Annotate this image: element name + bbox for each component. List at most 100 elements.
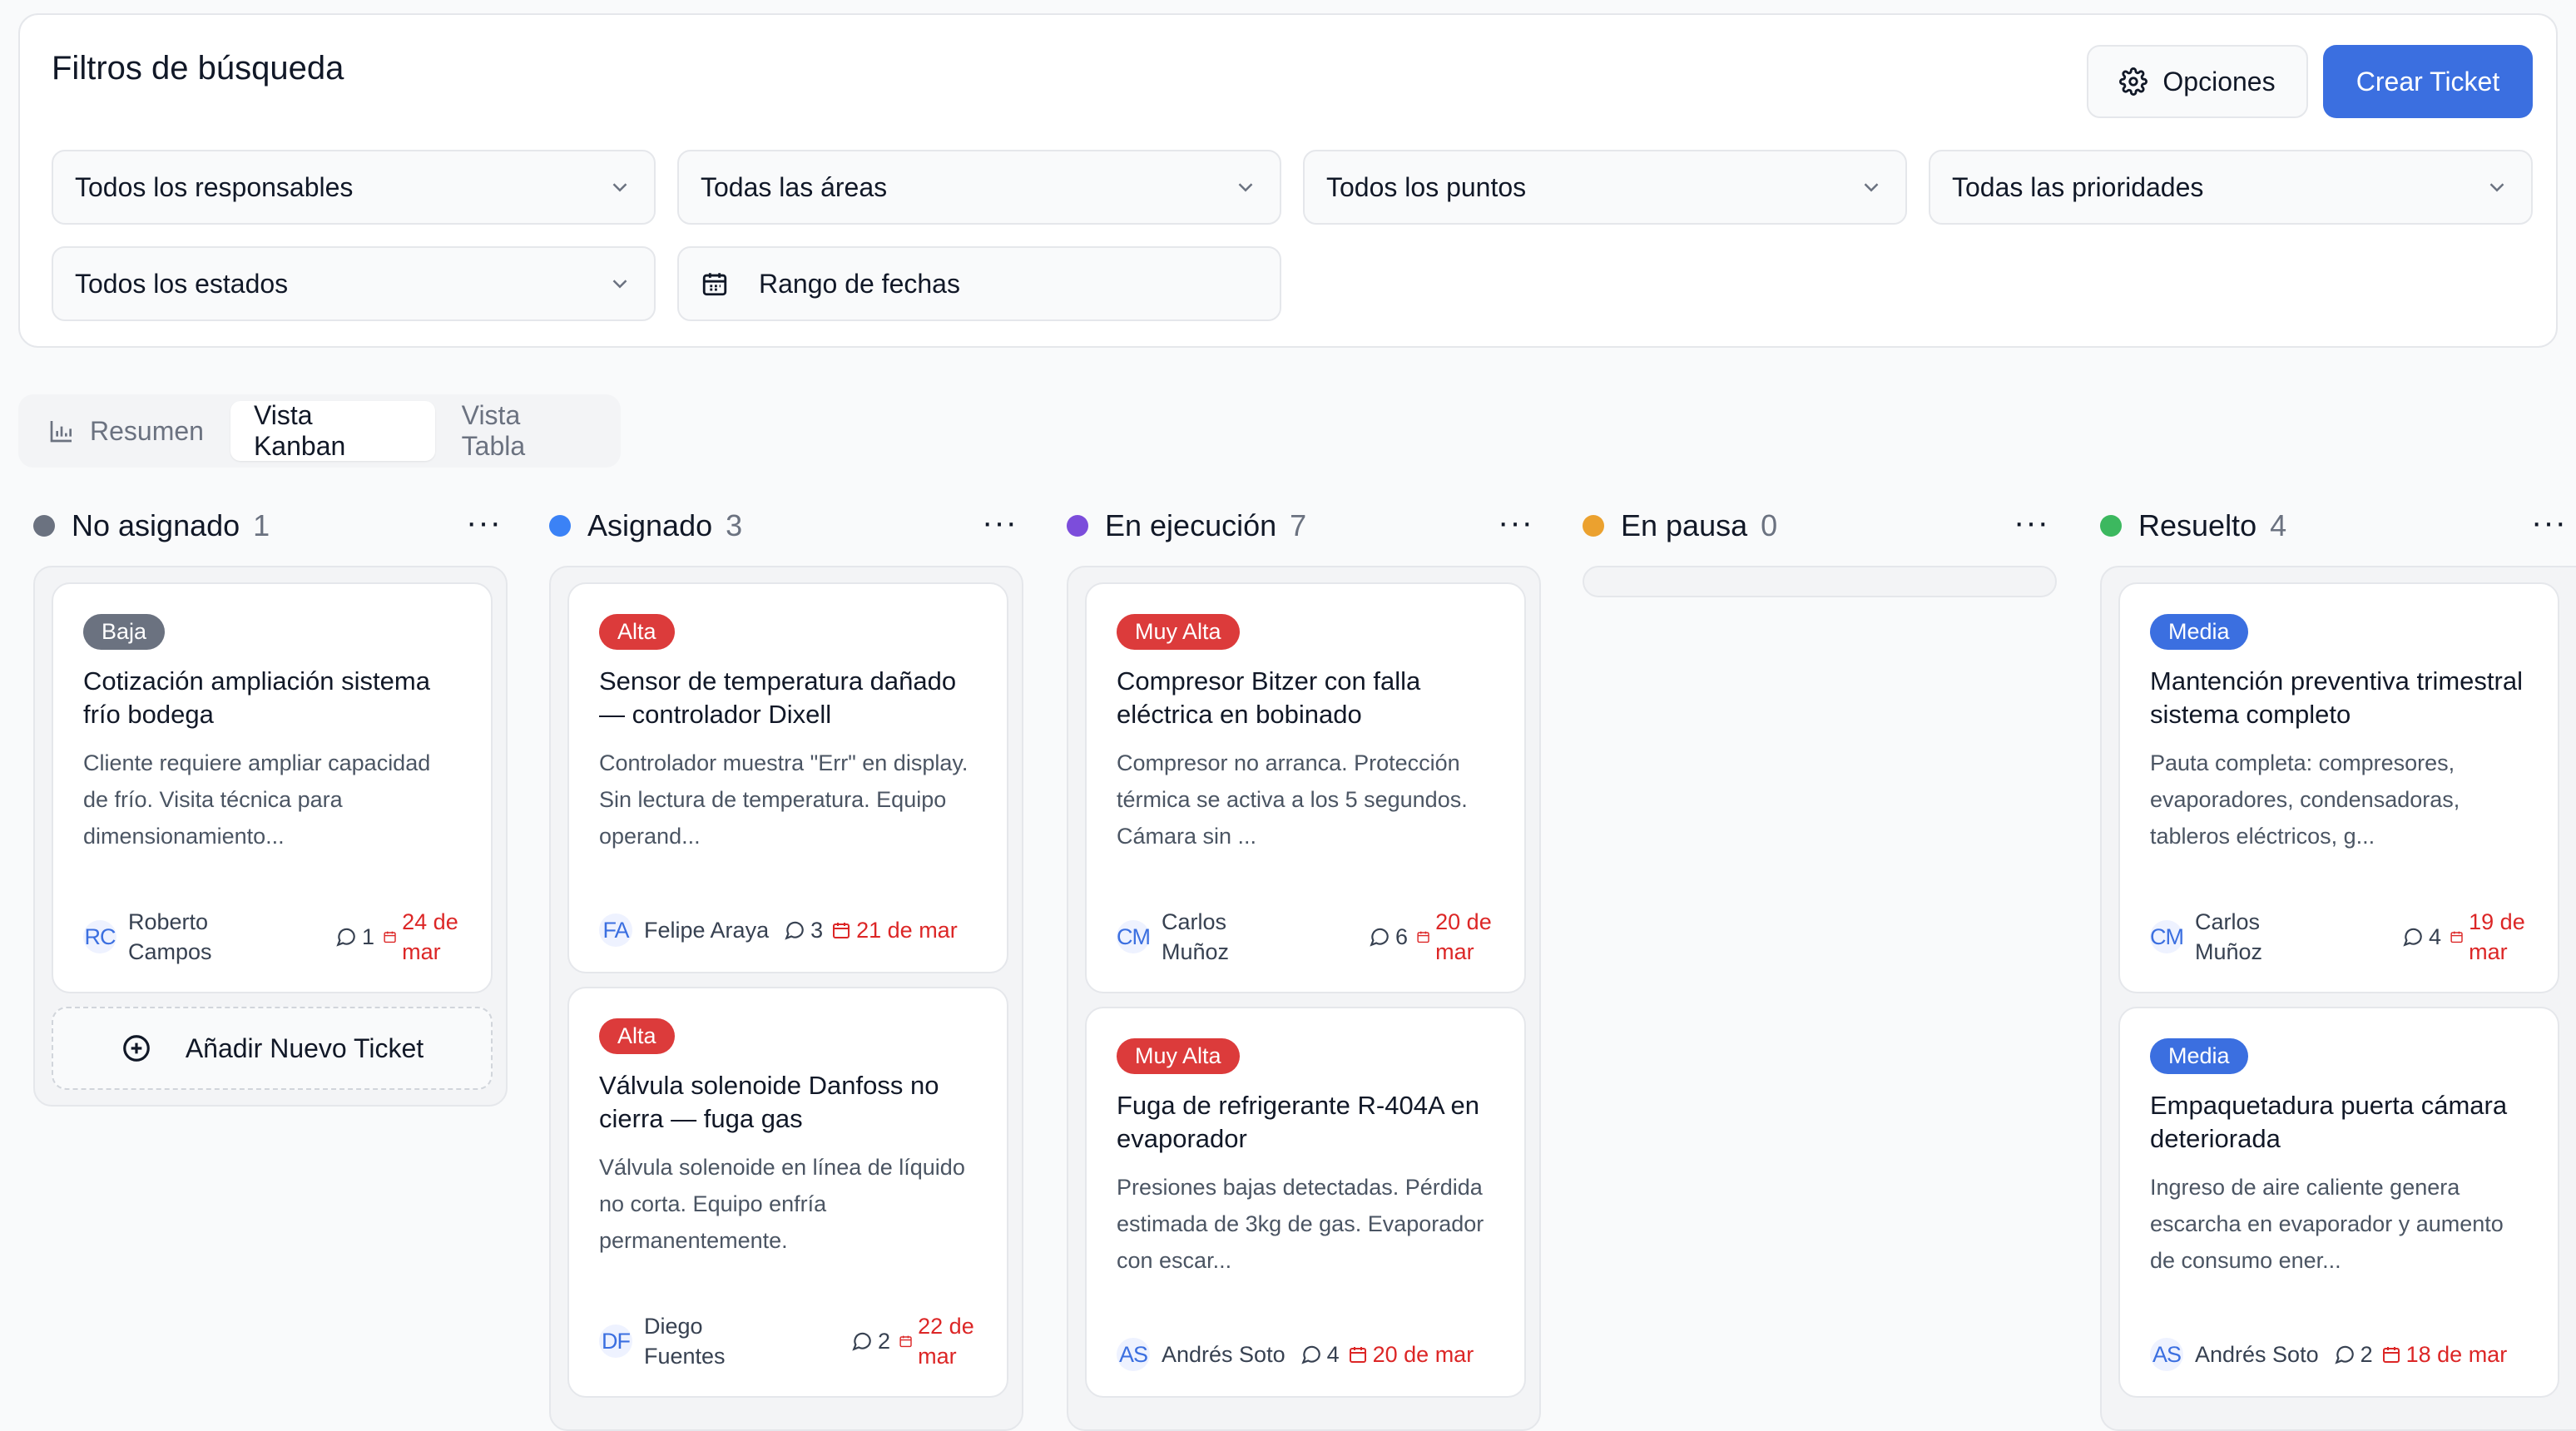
due-date-text: 24 de mar [402, 909, 458, 964]
assignee-name: Roberto Campos [128, 909, 212, 964]
comments-number: 1 [361, 923, 374, 949]
column-count: 1 [253, 508, 270, 542]
ticket-card[interactable]: Alta Válvula solenoide Danfoss no cierra… [567, 987, 1008, 1398]
ticket-title: Fuga de refrigerante R-404A en evaporado… [1117, 1091, 1479, 1153]
ticket-card[interactable]: Media Empaquetadura puerta cámara deteri… [2118, 1007, 2559, 1398]
due-date: 18 de mar [2381, 1339, 2507, 1369]
column-asignado: Alta Sensor de temperatura dañado — cont… [549, 566, 1023, 1431]
select-areas[interactable]: Todas las áreas [677, 150, 1281, 225]
select-estados[interactable]: Todos los estados [52, 246, 656, 321]
chevron-down-icon [2489, 183, 2504, 192]
more-options-icon[interactable]: ··· [466, 504, 502, 542]
column-en-pausa [1583, 566, 2057, 597]
comments-count: 6 [1369, 924, 1408, 950]
calendar-icon [702, 273, 727, 296]
comments-number: 2 [877, 1328, 890, 1354]
ticket-title: Cotización ampliación sistema frío bodeg… [83, 666, 430, 729]
comment-icon [1300, 1345, 1320, 1364]
ticket-title: Empaquetadura puerta cámara deteriorada [2150, 1091, 2508, 1153]
due-date: 19 de mar [2450, 907, 2541, 967]
status-dot [1067, 515, 1088, 537]
due-date-text: 19 de mar [2469, 909, 2525, 964]
assignee-name: Diego Fuentes [644, 1314, 726, 1369]
column-count: 3 [726, 508, 743, 542]
ticket-footer: CM Carlos Muñoz 6 20 de mar [1117, 907, 1508, 967]
ticket-title: Mantención preventiva trimestral sistema… [2150, 666, 2523, 729]
gear-icon [2119, 67, 2148, 96]
select-label: Todas las áreas [701, 171, 888, 202]
column-count: 4 [2270, 508, 2287, 542]
ticket-card[interactable]: Muy Alta Compresor Bitzer con falla eléc… [1085, 582, 1526, 993]
comments-number: 3 [810, 917, 824, 943]
column-title: En pausa [1621, 508, 1748, 542]
more-options-icon[interactable]: ··· [2014, 504, 2049, 542]
select-prioridades[interactable]: Todas las prioridades [1929, 150, 2533, 225]
column-title: En ejecución [1105, 508, 1277, 542]
column-header-en-ejecucion: En ejecución 7 [1067, 503, 1306, 549]
date-range-label: Rango de fechas [759, 268, 960, 299]
ticket-description: Cliente requiere ampliar capacidad de fr… [83, 750, 431, 849]
column-no-asignado: Baja Cotización ampliación sistema frío … [33, 566, 508, 1107]
ticket-footer: AS Andrés Soto 2 18 de mar [2150, 1338, 2541, 1371]
more-options-icon[interactable]: ··· [982, 504, 1018, 542]
comment-icon [1370, 928, 1389, 947]
add-ticket-button[interactable]: Añadir Nuevo Ticket [52, 1007, 493, 1090]
avatar: RC [83, 920, 116, 953]
avatar: CM [2150, 920, 2184, 953]
column-title: Asignado [587, 508, 713, 542]
filters-title: Filtros de búsqueda [52, 50, 344, 87]
ticket-footer: DF Diego Fuentes 2 22 de mar [599, 1311, 990, 1371]
more-options-icon[interactable]: ··· [2531, 504, 2567, 542]
ticket-title: Compresor Bitzer con falla eléctrica en … [1117, 666, 1421, 729]
chevron-down-icon [1864, 183, 1879, 192]
ticket-footer: CM Carlos Muñoz 4 19 de mar [2150, 907, 2541, 967]
due-date-text: 20 de mar [1435, 909, 1492, 964]
due-date-text: 21 de mar [856, 918, 958, 943]
comments-count: 3 [784, 918, 823, 943]
due-date: 22 de mar [899, 1311, 990, 1371]
create-ticket-button[interactable]: Crear Ticket [2323, 45, 2533, 118]
chevron-down-icon [612, 280, 627, 289]
bar-chart-icon [50, 421, 72, 443]
chevron-down-icon [1238, 183, 1253, 192]
select-label: Todos los responsables [75, 171, 354, 202]
ticket-title: Válvula solenoide Danfoss no cierra — fu… [599, 1071, 939, 1133]
date-range-picker[interactable]: Rango de fechas [677, 246, 1281, 321]
column-count: 0 [1761, 508, 1778, 542]
select-responsables[interactable]: Todos los responsables [52, 150, 656, 225]
options-button[interactable]: Opciones [2087, 45, 2308, 118]
comment-icon [2334, 1345, 2354, 1364]
comment-icon [2403, 928, 2422, 947]
column-header-no-asignado: No asignado 1 [33, 503, 270, 549]
column-header-resuelto: Resuelto 4 [2100, 503, 2286, 549]
tab-vista-tabla[interactable]: Vista Tabla [438, 400, 614, 461]
due-date: 20 de mar [1348, 1339, 1474, 1369]
status-dot [1583, 515, 1604, 537]
tab-resumen[interactable]: Resumen [25, 401, 227, 461]
ticket-card[interactable]: Media Mantención preventiva trimestral s… [2118, 582, 2559, 993]
priority-badge: Alta [599, 614, 675, 650]
calendar-icon [2382, 1347, 2400, 1363]
select-label: Todos los estados [75, 268, 289, 299]
ticket-description: Presiones bajas detectadas. Pérdida esti… [1117, 1175, 1484, 1273]
comments-count: 2 [851, 1329, 890, 1354]
assignee-name: Felipe Araya [644, 918, 770, 943]
ticket-card[interactable]: Alta Sensor de temperatura dañado — cont… [567, 582, 1008, 973]
tab-vista-kanban[interactable]: Vista Kanban [230, 400, 435, 461]
calendar-icon [1417, 931, 1429, 943]
ticket-description: Controlador muestra "Err" en display. Si… [599, 750, 968, 849]
avatar: FA [599, 914, 632, 947]
ticket-card[interactable]: Muy Alta Fuga de refrigerante R-404A en … [1085, 1007, 1526, 1398]
avatar: DF [599, 1325, 632, 1358]
ticket-description: Ingreso de aire caliente genera escarcha… [2150, 1175, 2504, 1273]
due-date: 21 de mar [831, 915, 958, 945]
add-ticket-label: Añadir Nuevo Ticket [185, 1032, 424, 1063]
select-puntos[interactable]: Todos los puntos [1303, 150, 1907, 225]
assignee-name: Andrés Soto [1162, 1342, 1286, 1367]
more-options-icon[interactable]: ··· [1498, 504, 1533, 542]
priority-badge: Muy Alta [1117, 614, 1240, 650]
tab-label: Resumen [90, 415, 204, 446]
filters-panel: Filtros de búsqueda Opciones Crear Ticke… [18, 13, 2558, 348]
ticket-card[interactable]: Baja Cotización ampliación sistema frío … [52, 582, 493, 993]
status-dot [549, 515, 571, 537]
